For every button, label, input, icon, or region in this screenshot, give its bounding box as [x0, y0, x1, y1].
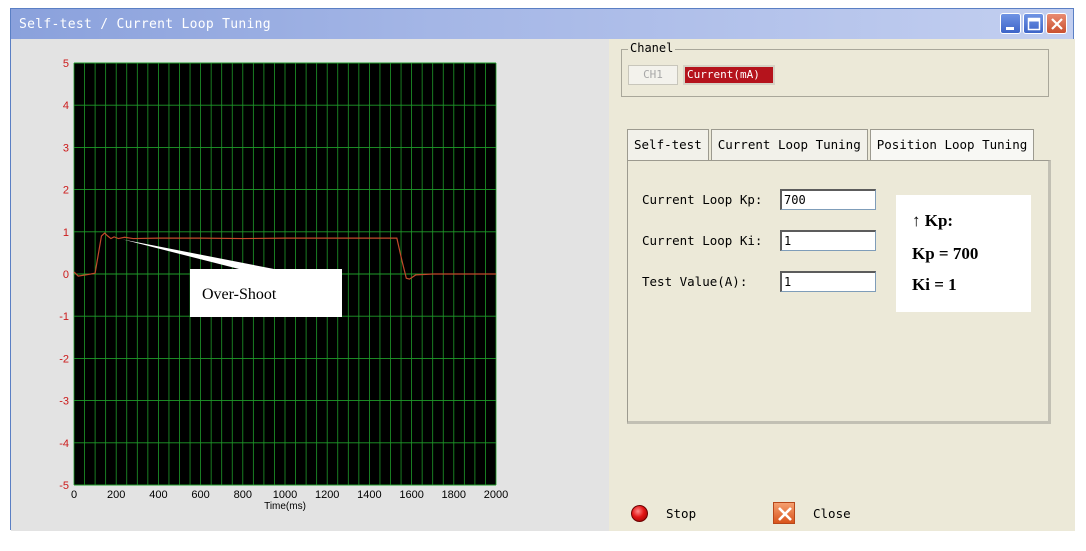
y-tick-label: -1	[59, 311, 69, 323]
y-tick-label: 2	[63, 185, 69, 197]
close-x-icon	[1051, 18, 1063, 30]
ki-label: Current Loop Ki:	[642, 233, 763, 248]
x-tick-label: 0	[71, 489, 77, 501]
x-tick-label: 2000	[484, 489, 508, 501]
kp-label: Current Loop Kp:	[642, 192, 763, 207]
y-tick-label: -2	[59, 353, 69, 365]
x-tick-label: 1000	[273, 489, 297, 501]
y-tick-label: -4	[59, 438, 69, 450]
x-tick-label: 800	[234, 489, 252, 501]
close-button[interactable]: Close	[773, 502, 851, 524]
stop-button[interactable]: Stop	[631, 505, 696, 522]
annotation-label: Over-Shoot	[202, 286, 277, 303]
close-icon	[773, 502, 795, 524]
tab-current-loop-tuning[interactable]: Current Loop Tuning	[710, 129, 868, 160]
x-tick-label: 1800	[442, 489, 466, 501]
maximize-button[interactable]	[1023, 13, 1044, 34]
kp-input[interactable]	[780, 189, 876, 210]
stop-label: Stop	[666, 506, 697, 521]
y-tick-label: 0	[63, 269, 69, 281]
x-tick-label: 1600	[399, 489, 423, 501]
plot-panel: 5 4 3 2 1 0 -1 -2 -3 -4 -5 0 200 400 600 800 1000 1200 140…	[11, 39, 609, 531]
tab-panel: Current Loop Kp: Current Loop Ki: Test V…	[627, 160, 1051, 424]
app-window: Self-test / Current Loop Tuning 5 4 3 2 1 0 -1…	[10, 8, 1075, 531]
ki-input[interactable]	[780, 230, 876, 251]
tab-strip: Self-test Current Loop Tuning Position L…	[627, 129, 1036, 160]
stop-icon	[631, 505, 648, 522]
y-tick-label: 1	[63, 227, 69, 239]
y-tick-label: 3	[63, 142, 69, 154]
channel-group-label: Chanel	[628, 41, 676, 55]
x-axis-label: Time(ms)	[264, 501, 306, 512]
note-line-2: Kp = 700	[912, 244, 979, 263]
y-tick-label: -3	[59, 396, 69, 408]
tab-position-loop-tuning[interactable]: Position Loop Tuning	[869, 129, 1035, 160]
current-response-chart: 543210-1-2-3-4-50 200 400 600 800 1000 1200 140…	[59, 58, 508, 512]
minimize-button[interactable]	[1000, 13, 1021, 34]
x-tick-label: 1200	[315, 489, 339, 501]
close-label: Close	[813, 505, 851, 521]
y-tick-label: 5	[63, 58, 69, 70]
window-controls	[1000, 13, 1067, 34]
channel-selection-field[interactable]: Current(mA)	[683, 65, 775, 85]
tuning-note: ↑ Kp: Kp = 700 Ki = 1	[896, 195, 1031, 312]
y-tick-label: 4	[63, 100, 69, 112]
y-tick-label: -5	[59, 480, 69, 492]
x-tick-label: 200	[107, 489, 125, 501]
x-tick-label: 400	[149, 489, 167, 501]
test-value-label: Test Value(A):	[642, 274, 748, 289]
maximize-icon	[1027, 17, 1041, 31]
test-value-input[interactable]	[780, 271, 876, 292]
x-tick-label: 1400	[357, 489, 381, 501]
window-close-button[interactable]	[1046, 13, 1067, 34]
note-line-1: ↑ Kp:	[912, 211, 954, 230]
channel-groupbox: Chanel CH1 Current(mA)	[621, 41, 1049, 97]
x-tick-label: 600	[191, 489, 209, 501]
title-bar: Self-test / Current Loop Tuning	[11, 9, 1073, 39]
ch1-button[interactable]: CH1	[628, 65, 678, 85]
window-title: Self-test / Current Loop Tuning	[19, 16, 271, 32]
note-line-3: Ki = 1	[912, 275, 957, 294]
control-panel: Chanel CH1 Current(mA) Self-test Current…	[609, 39, 1075, 531]
minimize-icon	[1006, 27, 1014, 30]
tab-self-test[interactable]: Self-test	[627, 129, 709, 160]
